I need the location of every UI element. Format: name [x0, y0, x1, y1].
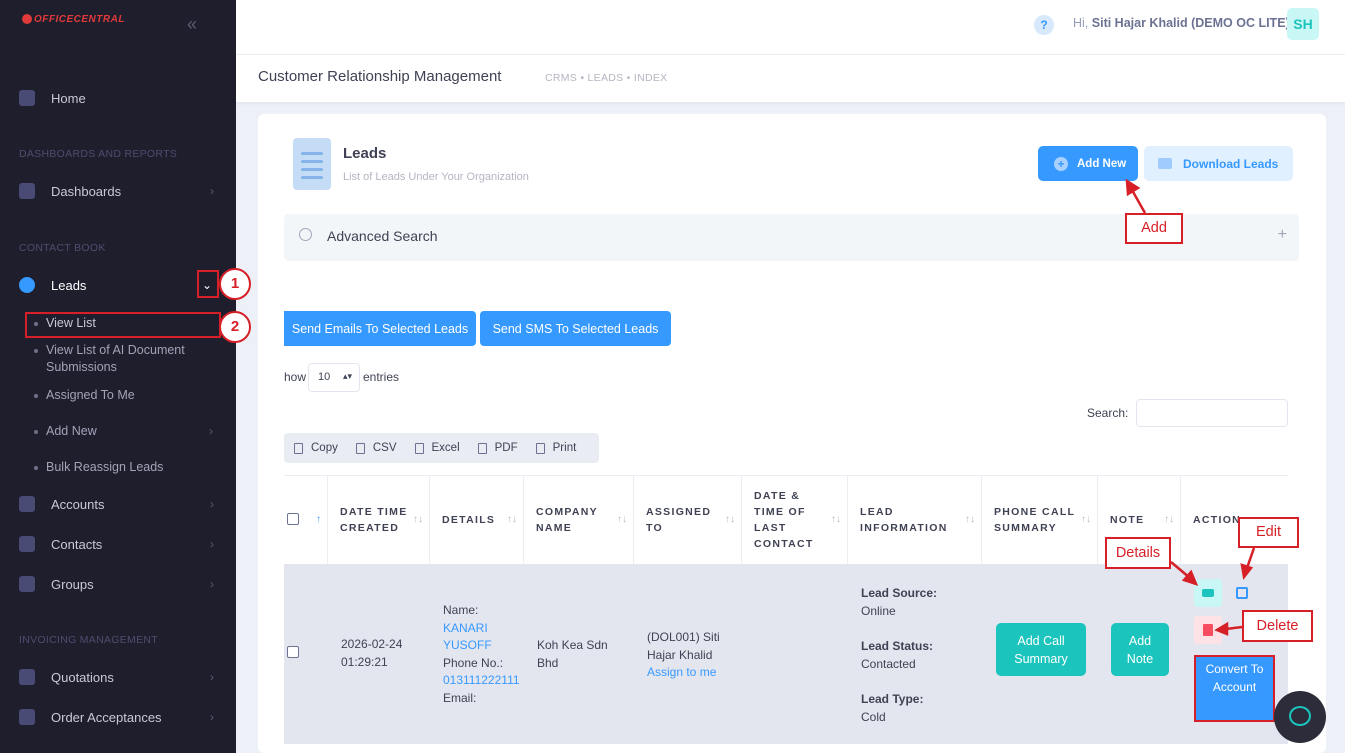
chat-icon	[1289, 706, 1311, 726]
chat-widget-button[interactable]	[1274, 691, 1326, 743]
annotation-arrows	[1125, 178, 1256, 636]
